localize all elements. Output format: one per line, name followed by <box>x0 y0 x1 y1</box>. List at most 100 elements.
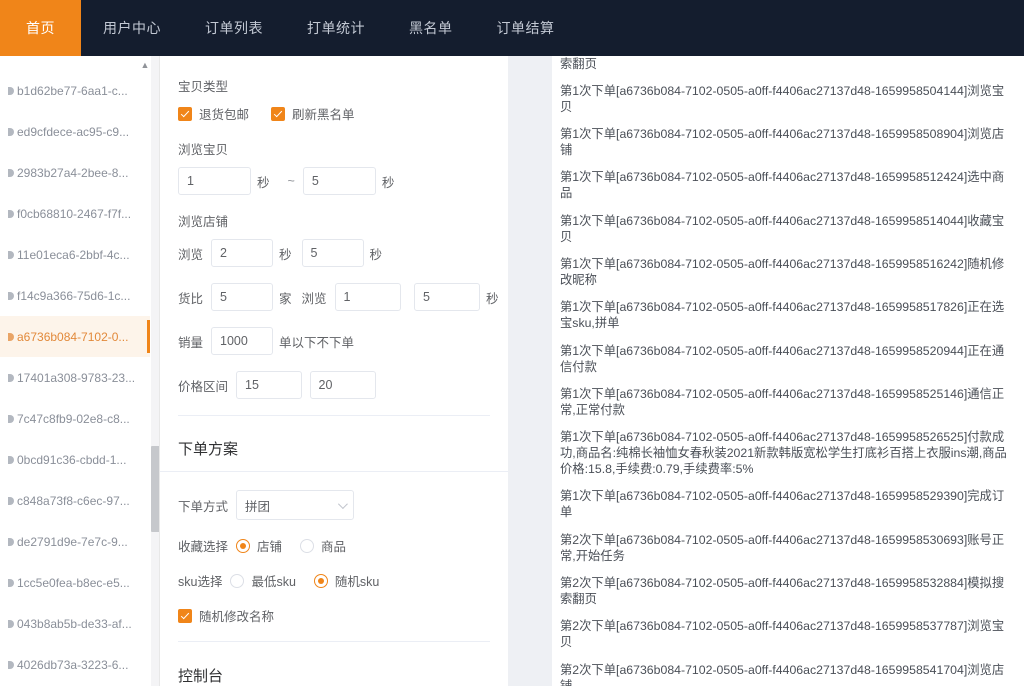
sidebar-item-12[interactable]: 1cc5e0fea-b8ec-e5... <box>0 562 150 603</box>
nav-item-3[interactable]: 打单统计 <box>285 0 387 56</box>
bullet-icon <box>8 333 14 341</box>
log-line: 第2次下单[a6736b084-7102-0505-a0ff-f4406ac27… <box>560 526 1016 569</box>
account-list: b1d62be77-6aa1-c... ed9cfdece-ac95-c9... 2… <box>0 70 150 685</box>
nav-item-1[interactable]: 用户中心 <box>81 0 183 56</box>
nav-item-5[interactable]: 订单结算 <box>475 0 577 56</box>
baobei-settings-card: 宝贝类型 退货包邮 刷新黑名单 浏览宝贝 秒 ~ 秒 浏览店铺 <box>160 56 508 426</box>
sidebar-item-label: 11e01eca6-2bbf-4c... <box>17 248 130 262</box>
log-line: 第1次下单[a6736b084-7102-0505-a0ff-f4406ac27… <box>560 337 1016 380</box>
bullet-icon <box>8 210 14 218</box>
browse-item-min-input[interactable] <box>178 167 251 195</box>
sidebar-item-label: 4026db73a-3223-6... <box>17 658 128 672</box>
order-method-value: 拼团 <box>245 496 270 515</box>
sidebar-scrollbar-track[interactable] <box>151 56 160 686</box>
bullet-icon <box>8 169 14 177</box>
bullet-icon <box>8 415 14 423</box>
log-line: 第2次下单[a6736b084-7102-0505-a0ff-f4406ac27… <box>560 613 1016 656</box>
radio-favorite-shop-label: 店铺 <box>257 536 282 555</box>
sidebar-item-0[interactable]: b1d62be77-6aa1-c... <box>0 70 150 111</box>
compare-browse-unit: 秒 <box>486 288 499 307</box>
browse-shop-prefix-label: 浏览 <box>178 244 203 263</box>
nav-item-4[interactable]: 黑名单 <box>387 0 475 56</box>
sidebar-item-9[interactable]: 0bcd91c36-cbdd-1... <box>0 439 150 480</box>
sidebar-item-label: b1d62be77-6aa1-c... <box>17 84 128 98</box>
browse-shop-a-unit: 秒 <box>279 244 292 263</box>
price-max-input[interactable] <box>310 371 376 399</box>
section-divider <box>178 641 490 642</box>
sidebar-item-8[interactable]: 7c47c8fb9-02e8-c8... <box>0 398 150 439</box>
browse-shop-a-input[interactable] <box>211 239 273 267</box>
price-range-label: 价格区间 <box>178 376 228 395</box>
sidebar-item-label: c848a73f8-c6ec-97... <box>17 494 130 508</box>
account-sidebar: ▲ b1d62be77-6aa1-c...ed9cfdece-ac95-c9..… <box>0 56 160 686</box>
sales-threshold-input[interactable] <box>211 327 273 355</box>
bullet-icon <box>8 87 14 95</box>
browse-shop-label: 浏览店铺 <box>178 211 490 230</box>
nav-item-0[interactable]: 首页 <box>0 0 81 56</box>
compare-browse-min-input[interactable] <box>335 283 401 311</box>
radio-favorite-shop[interactable]: 店铺 <box>236 536 282 555</box>
bullet-icon <box>8 579 14 587</box>
checkbox-random-modify-name[interactable]: 随机修改名称 <box>178 606 274 625</box>
check-icon <box>178 107 192 121</box>
log-line: 第1次下单[a6736b084-7102-0505-a0ff-f4406ac27… <box>560 294 1016 337</box>
compare-unit-label: 家 <box>279 288 292 307</box>
checkbox-refresh-blacklist[interactable]: 刷新黑名单 <box>271 104 355 123</box>
sidebar-item-4[interactable]: 11e01eca6-2bbf-4c... <box>0 234 150 275</box>
sidebar-item-label: a6736b084-7102-0... <box>17 330 128 344</box>
sidebar-item-5[interactable]: f14c9a366-75d6-1c... <box>0 275 150 316</box>
console-card: 控制台 <box>160 652 508 686</box>
browse-item-min-unit: 秒 <box>257 172 270 191</box>
bullet-icon <box>8 292 14 300</box>
radio-sku-lowest[interactable]: 最低sku <box>230 571 295 590</box>
sidebar-item-label: 1cc5e0fea-b8ec-e5... <box>17 576 130 590</box>
price-min-input[interactable] <box>236 371 302 399</box>
browse-item-row: 秒 ~ 秒 <box>178 167 490 195</box>
log-panel[interactable]: 第1次下单[a6736b084-7102-0505-a0ff-f4406ac27… <box>552 56 1024 686</box>
sidebar-item-7[interactable]: 17401a308-9783-23... <box>0 357 150 398</box>
browse-shop-b-input[interactable] <box>302 239 364 267</box>
log-line: 第1次下单[a6736b084-7102-0505-a0ff-f4406ac27… <box>560 483 1016 526</box>
order-plan-card: 下单方案 下单方式 拼团 收藏选择 店铺 商品 <box>160 426 508 652</box>
sidebar-item-label: ed9cfdece-ac95-c9... <box>17 125 129 139</box>
radio-sku-lowest-label: 最低sku <box>251 571 295 590</box>
browse-item-max-input[interactable] <box>303 167 376 195</box>
bullet-icon <box>8 620 14 628</box>
sidebar-item-14[interactable]: 4026db73a-3223-6... <box>0 644 150 685</box>
order-method-select[interactable]: 拼团 <box>236 490 354 520</box>
radio-icon <box>314 574 328 588</box>
log-line: 第1次下单[a6736b084-7102-0505-a0ff-f4406ac27… <box>560 77 1016 120</box>
radio-icon <box>300 539 314 553</box>
log-line: 第1次下单[a6736b084-7102-0505-a0ff-f4406ac27… <box>560 250 1016 293</box>
sidebar-item-label: f14c9a366-75d6-1c... <box>17 289 130 303</box>
sidebar-item-6[interactable]: a6736b084-7102-0... <box>0 316 150 357</box>
bullet-icon <box>8 374 14 382</box>
sidebar-item-label: 7c47c8fb9-02e8-c8... <box>17 412 130 426</box>
radio-sku-random[interactable]: 随机sku <box>314 571 379 590</box>
sales-label: 销量 <box>178 332 203 351</box>
radio-favorite-product[interactable]: 商品 <box>300 536 346 555</box>
sidebar-item-10[interactable]: c848a73f8-c6ec-97... <box>0 480 150 521</box>
compare-count-input[interactable] <box>211 283 273 311</box>
radio-sku-random-label: 随机sku <box>335 571 379 590</box>
log-line: 第1次下单[a6736b084-7102-0505-a0ff-f4406ac27… <box>560 424 1016 483</box>
nav-item-2[interactable]: 订单列表 <box>183 0 285 56</box>
browse-shop-row: 浏览 秒 秒 <box>178 239 490 267</box>
favorite-choice-label: 收藏选择 <box>178 536 228 555</box>
checkbox-return-free-shipping[interactable]: 退货包邮 <box>178 104 249 123</box>
random-name-row: 随机修改名称 <box>178 606 490 625</box>
compare-browse-max-input[interactable] <box>414 283 480 311</box>
log-list: 第1次下单[a6736b084-7102-0505-a0ff-f4406ac27… <box>552 56 1024 686</box>
sidebar-item-3[interactable]: f0cb68810-2467-f7f... <box>0 193 150 234</box>
log-line: 第2次下单[a6736b084-7102-0505-a0ff-f4406ac27… <box>560 569 1016 612</box>
order-plan-title: 下单方案 <box>160 426 508 472</box>
console-title: 控制台 <box>160 652 508 686</box>
sidebar-item-2[interactable]: 2983b27a4-2bee-8... <box>0 152 150 193</box>
sidebar-item-13[interactable]: 043b8ab5b-de33-af... <box>0 603 150 644</box>
sidebar-item-1[interactable]: ed9cfdece-ac95-c9... <box>0 111 150 152</box>
check-icon <box>178 609 192 623</box>
sidebar-scrollbar-thumb[interactable] <box>151 446 160 532</box>
radio-favorite-product-label: 商品 <box>321 536 346 555</box>
log-line: 第1次下单[a6736b084-7102-0505-a0ff-f4406ac27… <box>560 164 1016 207</box>
sidebar-item-11[interactable]: de2791d9e-7e7c-9... <box>0 521 150 562</box>
